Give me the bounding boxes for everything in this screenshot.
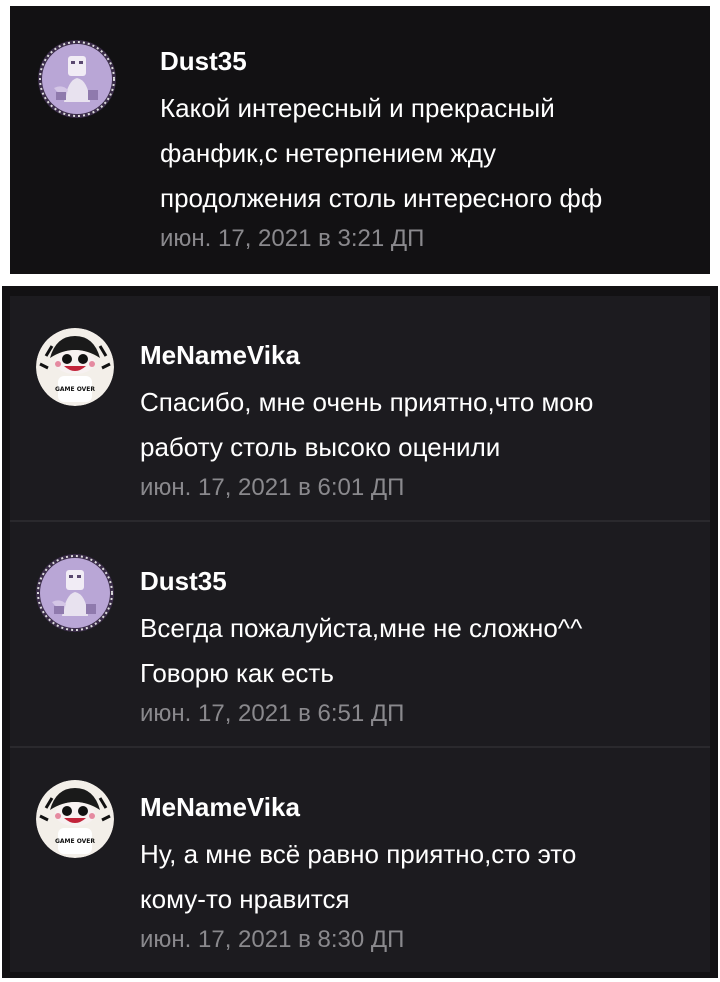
comment-text: Спасибо, мне очень приятно,что мою работ…: [140, 387, 594, 462]
anime-girl-avatar-icon: [36, 554, 114, 632]
timestamp: июн. 17, 2021 в 8:30 ДП: [140, 926, 405, 953]
comment-body: MeNameVika Ну, а мне всё равно приятно,с…: [140, 790, 700, 958]
timestamp: июн. 17, 2021 в 3:21 ДП: [160, 225, 425, 252]
comment-body: MeNameVika Спасибо, мне очень приятно,чт…: [140, 338, 700, 506]
timestamp: июн. 17, 2021 в 6:51 ДП: [140, 700, 405, 727]
username[interactable]: Dust35: [140, 564, 700, 598]
game-over-character-avatar-icon: GAME OVER: [36, 780, 114, 858]
comments-screenshot: Dust35 Какой интересный и прекрасный фан…: [0, 0, 720, 982]
comment-body: Dust35 Всегда пожалуйста,мне не сложно^^…: [140, 564, 700, 732]
comment-text: Ну, а мне всё равно приятно,сто это кому…: [140, 839, 577, 914]
timestamp: июн. 17, 2021 в 6:01 ДП: [140, 474, 405, 501]
avatar[interactable]: GAME OVER: [36, 780, 114, 858]
replies-panel: GAME OVER MeNameVika Спасибо, мне очень …: [2, 286, 718, 978]
comment-item: Dust35 Какой интересный и прекрасный фан…: [10, 6, 710, 274]
anime-girl-avatar-icon: [38, 40, 116, 118]
avatar[interactable]: [38, 40, 116, 118]
reply-item: GAME OVER MeNameVika Ну, а мне всё равно…: [10, 748, 710, 972]
avatar-badge-text: GAME OVER: [55, 838, 95, 845]
comment-text: Всегда пожалуйста,мне не сложно^^ Говорю…: [140, 613, 583, 688]
avatar[interactable]: [36, 554, 114, 632]
top-comment-panel: Dust35 Какой интересный и прекрасный фан…: [10, 6, 710, 274]
game-over-character-avatar-icon: GAME OVER: [36, 328, 114, 406]
avatar[interactable]: GAME OVER: [36, 328, 114, 406]
reply-item: GAME OVER MeNameVika Спасибо, мне очень …: [10, 296, 710, 522]
username[interactable]: MeNameVika: [140, 790, 700, 824]
comment-body: Dust35 Какой интересный и прекрасный фан…: [160, 44, 700, 257]
avatar-badge-text: GAME OVER: [55, 386, 95, 393]
reply-item: Dust35 Всегда пожалуйста,мне не сложно^^…: [10, 522, 710, 748]
username[interactable]: Dust35: [160, 44, 700, 78]
comment-text: Какой интересный и прекрасный фанфик,с н…: [160, 93, 603, 213]
username[interactable]: MeNameVika: [140, 338, 700, 372]
